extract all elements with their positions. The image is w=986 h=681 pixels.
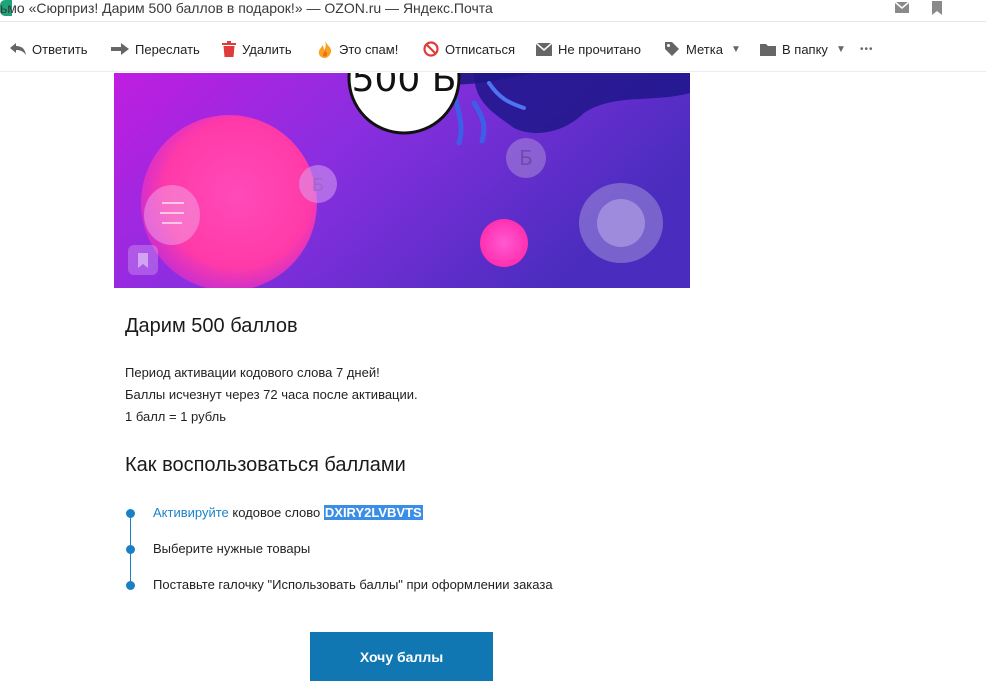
folder-icon: [760, 43, 776, 56]
reply-icon: [10, 43, 26, 55]
timeline-dot: [126, 545, 135, 554]
more-actions-button[interactable]: •••: [860, 38, 874, 60]
chevron-down-icon: ▼: [730, 43, 741, 55]
step-use-points: Поставьте галочку "Использовать баллы" п…: [153, 577, 553, 592]
mark-unread-button[interactable]: Не прочитано: [536, 38, 641, 60]
no-entry-icon: [423, 41, 439, 57]
reply-label: Ответить: [32, 41, 88, 57]
move-to-folder-label: В папку: [782, 41, 828, 57]
fire-icon: [318, 40, 332, 58]
email-body: Б Б 500 Б Дарим 500 баллов Период актива…: [0, 73, 986, 681]
mail-toolbar: Ответить Переслать Удалить Это спам! Отп…: [0, 28, 986, 72]
chevron-down-icon: ▼: [835, 43, 846, 55]
unsubscribe-button[interactable]: Отписаться: [423, 38, 515, 60]
unsubscribe-label: Отписаться: [445, 41, 516, 57]
forward-label: Переслать: [135, 41, 200, 57]
bookmark-icon[interactable]: [929, 0, 945, 16]
mail-icon[interactable]: [894, 0, 910, 16]
reply-button[interactable]: Ответить: [10, 38, 88, 60]
get-points-button[interactable]: Хочу баллы: [310, 632, 493, 681]
svg-text:Б: Б: [519, 146, 533, 170]
promo-banner-illustration: Б Б 500 Б: [114, 73, 690, 288]
svg-text:500 Б: 500 Б: [352, 73, 457, 100]
step-choose-goods: Выберите нужные товары: [153, 541, 311, 556]
email-paragraph: Баллы исчезнут через 72 часа после актив…: [125, 387, 418, 402]
delete-label: Удалить: [242, 41, 292, 57]
mark-unread-label: Не прочитано: [558, 41, 641, 57]
email-paragraph: 1 балл = 1 рубль: [125, 409, 226, 424]
forward-button[interactable]: Переслать: [111, 38, 200, 60]
promo-banner-image: Б Б 500 Б: [114, 73, 690, 288]
window-title: ьмо «Сюрприз! Дарим 500 баллов в подарок…: [0, 0, 493, 16]
delete-button[interactable]: Удалить: [222, 38, 292, 60]
timeline-dot: [126, 581, 135, 590]
window-title-bar: ьмо «Сюрприз! Дарим 500 баллов в подарок…: [0, 0, 986, 22]
timeline-dot: [126, 509, 135, 518]
svg-text:Б: Б: [312, 175, 324, 196]
label-menu-button[interactable]: Метка ▼: [664, 38, 741, 60]
move-to-folder-button[interactable]: В папку ▼: [760, 38, 846, 60]
activate-link[interactable]: Активируйте: [153, 505, 229, 520]
tag-icon: [665, 42, 679, 56]
label-menu-label: Метка: [686, 41, 723, 57]
spam-label: Это спам!: [339, 41, 399, 57]
email-heading: Дарим 500 баллов: [125, 315, 298, 337]
forward-arrow-icon: [111, 43, 129, 55]
promo-code[interactable]: DXIRY2LVBVTS: [323, 505, 423, 520]
step-text: кодовое слово: [228, 505, 324, 520]
email-paragraph: Период активации кодового слова 7 дней!: [125, 365, 380, 380]
howto-heading: Как воспользоваться баллами: [125, 454, 406, 476]
envelope-icon: [536, 42, 552, 56]
spam-button[interactable]: Это спам!: [317, 38, 398, 60]
step-activate: Активируйте кодовое слово DXIRY2LVBVTS: [153, 505, 423, 520]
trash-icon: [222, 41, 236, 57]
